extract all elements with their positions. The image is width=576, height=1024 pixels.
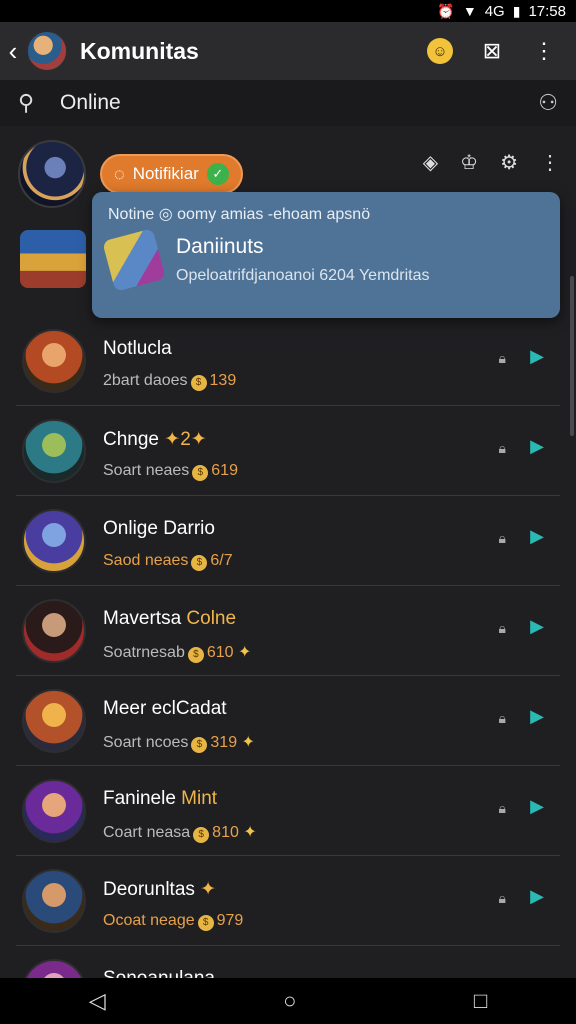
item-subtitle: Saod neaes $6/7	[103, 552, 233, 571]
notification-button[interactable]: ◌ Notifikiar ✓	[100, 154, 243, 194]
chat-bubble-icon: ◌	[114, 163, 125, 184]
coin-icon: $	[192, 465, 209, 481]
clock: 17:58	[528, 2, 566, 20]
lock-icon: 🔒︎	[498, 350, 506, 366]
system-nav-bar: ◁ ○ □	[0, 978, 576, 1024]
play-icon[interactable]: ▶	[530, 616, 544, 637]
alarm-icon: ⏰	[437, 2, 455, 19]
group-icon[interactable]: ♔	[460, 150, 478, 175]
popup-header: Notine ◎ oomy amias -ehoam apsnö	[108, 206, 371, 223]
item-title: Sonoanulana	[103, 968, 215, 978]
lock-icon: 🔒︎	[498, 440, 506, 456]
list-item[interactable]: Meer eclCadat Soart ncoes $319 ✦ 🔒︎ ▶	[0, 676, 576, 766]
avatar	[22, 509, 86, 573]
smiley-icon: ☺	[427, 38, 453, 64]
back-nav-icon[interactable]: ◁	[89, 988, 106, 1014]
coin-icon: $	[197, 915, 214, 931]
more-vertical-icon[interactable]: ⋮	[540, 150, 560, 175]
item-subtitle: Ocoat neage $979	[103, 912, 244, 931]
item-subtitle: Soatrnesab $610 ✦	[103, 644, 252, 663]
list-item[interactable]: Chnge ✦2✦ Soart neaes $619 🔒︎ ▶	[0, 406, 576, 496]
play-icon[interactable]: ▶	[530, 886, 544, 907]
list-item[interactable]: Faninele Mint Coart neasa $810 ✦ 🔒︎ ▶	[0, 766, 576, 856]
list-item[interactable]: Mavertsa Colne Soatrnesab $610 ✦ 🔒︎ ▶	[0, 586, 576, 676]
list-item[interactable]: Deorunltas ✦ Ocoat neage $979 🔒︎ ▶	[0, 856, 576, 946]
item-title: Faninele Mint	[103, 788, 218, 809]
avatar	[22, 329, 86, 393]
avatar	[22, 599, 86, 663]
item-subtitle: 2bart daoes $139	[103, 372, 237, 391]
emoji-button[interactable]: ☺	[420, 31, 460, 71]
item-subtitle: Soart ncoes $319 ✦	[103, 734, 255, 753]
popup-title: Daniinuts	[176, 235, 264, 258]
avatar[interactable]	[26, 30, 68, 72]
scrollbar[interactable]	[570, 276, 574, 436]
mute-button[interactable]: ⊠	[472, 31, 512, 71]
item-subtitle: Coart neasa $810 ✦	[103, 824, 257, 843]
lock-icon: 🔒︎	[498, 620, 506, 636]
more-vertical-icon: ⋮	[533, 38, 555, 63]
play-icon[interactable]: ▶	[530, 706, 544, 727]
coin-icon: $	[193, 827, 210, 843]
coin-icon: $	[190, 375, 207, 391]
wifi-icon: ▼	[462, 3, 477, 19]
gear-icon[interactable]: ⚙	[500, 150, 518, 175]
page-title: Komunitas	[80, 37, 199, 64]
play-icon[interactable]: ▶	[530, 436, 544, 457]
coin-icon: $	[187, 647, 204, 663]
no-image-icon: ⊠	[482, 38, 502, 63]
avatar	[22, 689, 86, 753]
list-item[interactable]: Sonoanulana	[0, 946, 576, 978]
lock-icon: 🔒︎	[498, 800, 506, 816]
item-title: Mavertsa Colne	[103, 608, 237, 629]
avatar	[22, 869, 86, 933]
notification-label: Notifikiar	[132, 164, 199, 183]
play-icon[interactable]: ▶	[530, 526, 544, 547]
coin-icon: $	[191, 555, 208, 571]
avatar	[22, 959, 86, 978]
more-button[interactable]: ⋮	[524, 31, 564, 71]
avatar	[22, 779, 86, 843]
avatar	[22, 419, 86, 483]
item-title: Chnge ✦2✦	[103, 429, 207, 450]
notification-popup[interactable]: Notine ◎ oomy amias -ehoam apsnö Daniinu…	[92, 192, 560, 318]
header-actions: ◈ ♔ ⚙ ⋮	[423, 126, 560, 198]
back-icon[interactable]: ‹	[2, 36, 24, 67]
sparkle-icon: ✦	[243, 824, 257, 841]
item-subtitle: Soart neaes $619	[103, 462, 238, 481]
app-bar: ‹ Komunitas ☺ ⊠ ⋮	[0, 22, 576, 80]
lock-icon: 🔒︎	[498, 530, 506, 546]
search-input[interactable]: Online	[60, 91, 538, 115]
avatar[interactable]	[18, 140, 86, 208]
community-logo	[20, 230, 86, 288]
community-list: ◌ Notifikiar ✓ ◈ ♔ ⚙ ⋮ Notine ◎ oomy ami…	[0, 126, 576, 978]
play-icon[interactable]: ▶	[530, 796, 544, 817]
item-title: Notlucla	[103, 338, 172, 359]
sparkle-icon: ✦	[241, 734, 255, 751]
coin-icon: $	[191, 737, 208, 753]
list-item[interactable]: Onlige Darrio Saod neaes $6/7 🔒︎ ▶	[0, 496, 576, 586]
network-label: 4G	[484, 2, 505, 20]
play-icon[interactable]: ▶	[530, 346, 544, 367]
check-icon: ✓	[206, 163, 229, 185]
lock-icon: 🔒︎	[498, 890, 506, 906]
lock-icon: 🔒︎	[498, 710, 506, 726]
list-item[interactable]: Notlucla 2bart daoes $139 🔒︎ ▶	[0, 316, 576, 406]
status-bar: ⏰ ▼ 4G ▮ 17:58	[0, 0, 576, 22]
item-title: Meer eclCadat	[103, 698, 227, 719]
user-icon[interactable]: ⚇	[538, 90, 558, 116]
home-nav-icon[interactable]: ○	[283, 988, 296, 1014]
item-title: Onlige Darrio	[103, 518, 215, 539]
shield-icon[interactable]: ◈	[423, 150, 438, 175]
search-icon[interactable]: ⚲	[18, 90, 50, 116]
sparkle-icon: ✦	[238, 644, 252, 661]
item-title: Deorunltas ✦	[103, 879, 217, 900]
recents-nav-icon[interactable]: □	[474, 988, 487, 1014]
hammer-icon	[102, 228, 166, 292]
battery-icon: ▮	[512, 2, 521, 19]
popup-description: Opeloatrifdjanoanoi 6204 Yemdritas	[176, 267, 430, 284]
search-bar[interactable]: ⚲ Online ⚇	[0, 80, 576, 126]
